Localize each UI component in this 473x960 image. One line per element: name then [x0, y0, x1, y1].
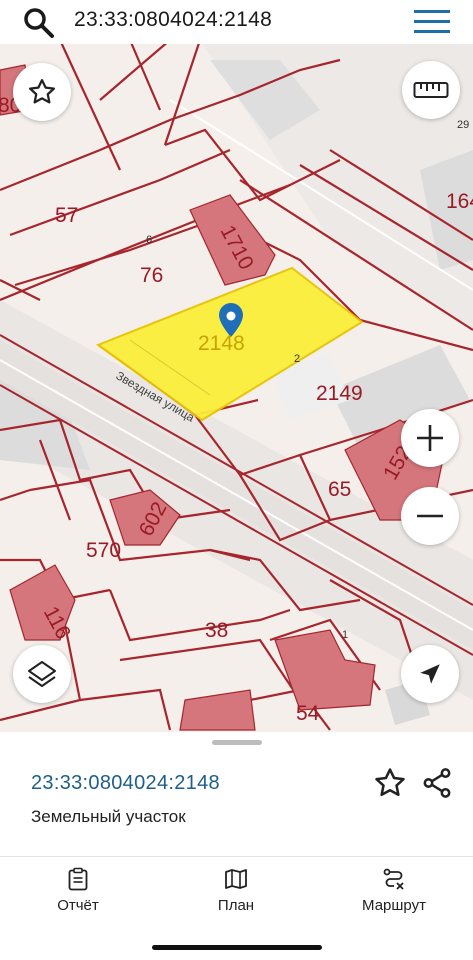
divider — [0, 856, 473, 857]
parcel-info-sheet: 23:33:0804024:2148 Земельный участок Отч… — [0, 732, 473, 960]
parcel-label: 54 — [296, 702, 320, 725]
parcel-label: 2148 — [198, 332, 245, 355]
building-number: 2 — [294, 353, 300, 365]
parcel-type: Земельный участок — [31, 807, 186, 826]
nav-plan-label: План — [217, 897, 255, 914]
search-bar[interactable]: 23:33:0804024:2148 — [0, 0, 473, 44]
layers-button[interactable] — [13, 645, 71, 703]
nav-report[interactable]: Отчёт — [18, 867, 138, 914]
my-location-button[interactable] — [401, 645, 459, 703]
minus-icon — [417, 514, 443, 518]
nav-route[interactable]: Маршрут — [334, 867, 454, 914]
favorite-map-button[interactable] — [13, 63, 71, 121]
home-indicator — [152, 945, 322, 950]
search-icon[interactable] — [22, 6, 56, 40]
navigation-arrow-icon — [420, 664, 440, 684]
star-outline-icon — [29, 79, 55, 104]
parcel-label: 164 — [446, 190, 473, 213]
nav-plan[interactable]: План — [176, 867, 296, 914]
parcel-label: 65 — [328, 478, 351, 501]
parcel-label: 570 — [86, 539, 121, 562]
plus-icon — [417, 425, 443, 451]
ruler-icon — [413, 82, 449, 98]
menu-icon[interactable] — [414, 9, 450, 35]
parcel-label: 76 — [140, 264, 163, 287]
nav-report-label: Отчёт — [57, 897, 99, 914]
layers-icon — [28, 661, 56, 687]
sheet-drag-handle[interactable] — [212, 740, 262, 745]
route-icon — [383, 868, 404, 890]
zoom-out-button[interactable] — [401, 487, 459, 545]
nav-route-label: Маршрут — [362, 897, 426, 914]
zoom-in-button[interactable] — [401, 409, 459, 467]
building-number: 6 — [146, 234, 152, 246]
parcel-cadastral-number: 23:33:0804024:2148 — [31, 772, 220, 794]
star-outline-icon[interactable] — [373, 766, 407, 800]
building-number: 29 — [457, 119, 469, 131]
clipboard-icon — [68, 867, 88, 891]
parcel-label: 38 — [205, 619, 228, 642]
ruler-button[interactable] — [402, 61, 460, 119]
share-icon[interactable] — [420, 766, 454, 800]
parcel-label: 57 — [55, 204, 78, 227]
parcel-label: 2149 — [316, 382, 363, 405]
map-icon — [225, 869, 247, 889]
building-number: 1 — [342, 629, 348, 641]
search-input[interactable]: 23:33:0804024:2148 — [74, 8, 272, 32]
